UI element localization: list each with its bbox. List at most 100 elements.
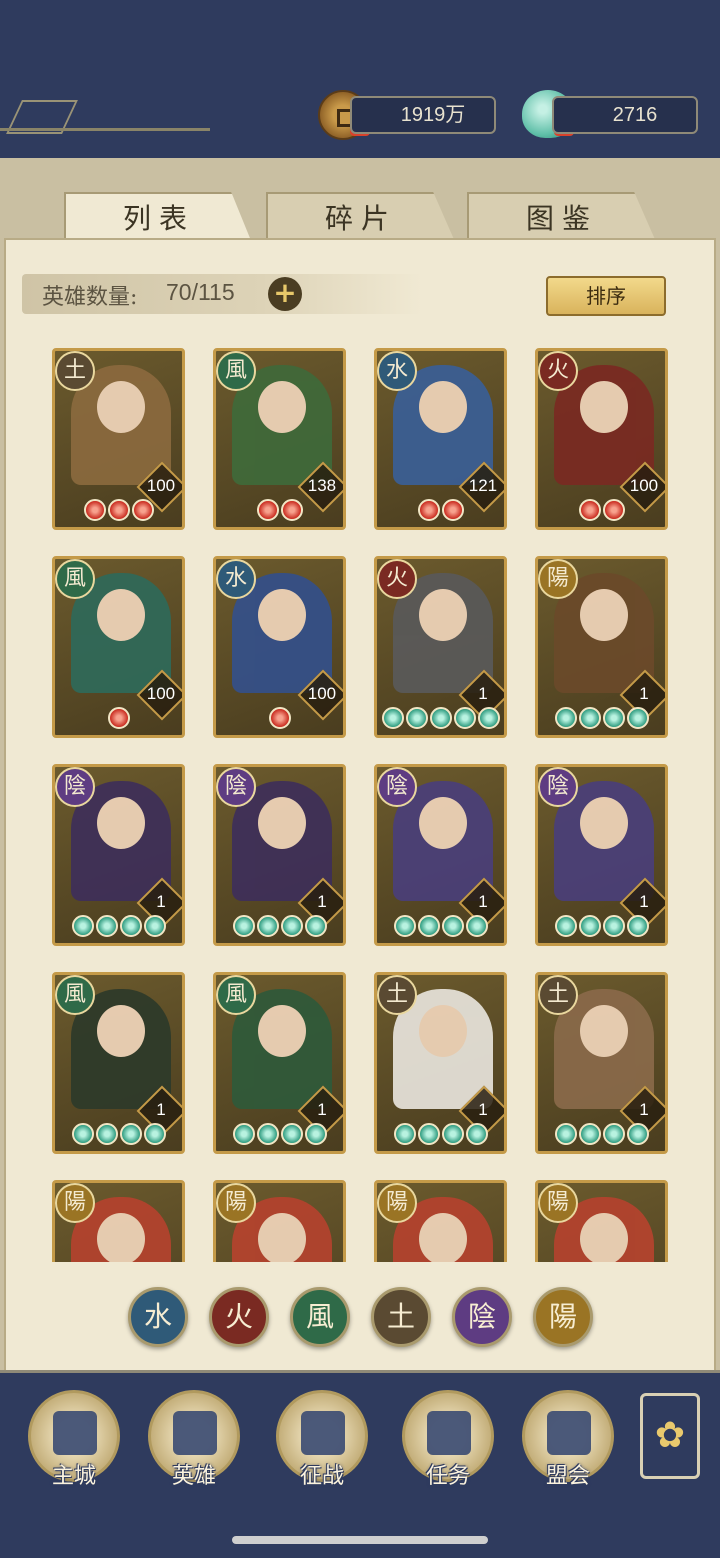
hero-card[interactable]: 風 138	[213, 348, 346, 530]
star-rating	[377, 707, 504, 733]
hero-card[interactable]: 陽1	[535, 556, 668, 738]
star-rating	[216, 499, 343, 525]
star-icon	[441, 915, 464, 937]
hero-count-label: 英雄数量:	[42, 285, 138, 310]
star-icon	[381, 707, 404, 729]
element-filter-button[interactable]: 水	[128, 1287, 188, 1347]
star-rating	[377, 1123, 504, 1149]
element-filter-button[interactable]: 火	[209, 1287, 269, 1347]
hero-level: 1	[639, 891, 649, 911]
element-badge: 火	[538, 351, 578, 391]
star-icon	[83, 499, 106, 521]
hero-card[interactable]: 陰1	[535, 764, 668, 946]
hero-card[interactable]: 風1	[52, 972, 185, 1154]
star-icon	[280, 915, 303, 937]
star-rating	[55, 1123, 182, 1149]
star-icon	[477, 707, 500, 729]
element-badge: 水	[377, 351, 417, 391]
star-icon	[95, 915, 118, 937]
star-rating	[55, 499, 182, 525]
star-icon	[602, 1123, 625, 1145]
star-rating	[377, 915, 504, 941]
element-filter-button[interactable]: 土	[371, 1287, 431, 1347]
star-rating	[377, 499, 504, 525]
hero-level: 100	[629, 475, 659, 495]
element-badge: 土	[538, 975, 578, 1015]
element-badge: 陽	[538, 1183, 578, 1223]
hero-card[interactable]: 土1	[535, 972, 668, 1154]
element-badge: 土	[377, 975, 417, 1015]
star-rating	[538, 915, 665, 941]
hero-card[interactable]: 風 100	[52, 556, 185, 738]
element-badge: 陽	[55, 1183, 95, 1223]
hero-card[interactable]: 陽	[535, 1180, 668, 1262]
hero-card[interactable]: 陽	[52, 1180, 185, 1262]
hero-card[interactable]: 風1	[213, 972, 346, 1154]
star-icon	[256, 1123, 279, 1145]
hero-card[interactable]: 火1	[374, 556, 507, 738]
hero-level: 1	[478, 1099, 488, 1119]
hero-card[interactable]: 陽	[374, 1180, 507, 1262]
star-icon	[602, 915, 625, 937]
hero-card[interactable]: 水 121	[374, 348, 507, 530]
nav-label: 主城	[51, 1464, 96, 1489]
element-badge: 土	[55, 351, 95, 391]
star-rating	[55, 915, 182, 941]
element-badge: 陰	[377, 767, 417, 807]
element-filter-button[interactable]: 陽	[533, 1287, 593, 1347]
star-rating	[55, 707, 182, 733]
flower-menu-icon[interactable]: ✿	[640, 1393, 700, 1479]
star-icon	[602, 499, 625, 521]
gem-counter: 2716	[552, 96, 698, 134]
hero-card[interactable]: 土1	[374, 972, 507, 1154]
hero-card[interactable]: 陽	[213, 1180, 346, 1262]
element-badge: 風	[55, 975, 95, 1015]
star-icon	[280, 499, 303, 521]
hero-level: 1	[317, 1099, 327, 1119]
element-badge: 水	[216, 559, 256, 599]
hero-card[interactable]: 陰1	[52, 764, 185, 946]
hero-level: 1	[478, 683, 488, 703]
star-icon	[441, 499, 464, 521]
star-icon	[578, 915, 601, 937]
hero-card[interactable]: 火 100	[535, 348, 668, 530]
hero-card[interactable]: 陰1	[213, 764, 346, 946]
star-icon	[393, 1123, 416, 1145]
hero-card[interactable]: 水 100	[213, 556, 346, 738]
hero-level: 1	[478, 891, 488, 911]
hero-card[interactable]: 陰1	[374, 764, 507, 946]
element-filter-button[interactable]: 風	[290, 1287, 350, 1347]
star-icon	[465, 1123, 488, 1145]
element-filter-button[interactable]: 陰	[452, 1287, 512, 1347]
star-rating	[538, 707, 665, 733]
city-gate-icon	[53, 1411, 97, 1455]
home-indicator	[232, 1536, 488, 1544]
star-icon	[578, 1123, 601, 1145]
battle-drum-icon	[301, 1411, 345, 1455]
star-icon	[405, 707, 428, 729]
element-badge: 陽	[377, 1183, 417, 1223]
star-icon	[453, 707, 476, 729]
divider	[0, 128, 210, 131]
hero-level: 1	[317, 891, 327, 911]
star-icon	[268, 707, 291, 729]
element-badge: 陽	[538, 559, 578, 599]
tab-fragments[interactable]: 碎片	[266, 192, 456, 244]
star-icon	[304, 915, 327, 937]
tab-album[interactable]: 图鉴	[467, 192, 657, 244]
star-icon	[256, 499, 279, 521]
element-badge: 陰	[538, 767, 578, 807]
star-icon	[554, 1123, 577, 1145]
element-badge: 陰	[55, 767, 95, 807]
star-icon	[119, 915, 142, 937]
star-icon	[95, 1123, 118, 1145]
hero-card[interactable]: 土 100	[52, 348, 185, 530]
star-icon	[417, 915, 440, 937]
star-icon	[578, 499, 601, 521]
star-icon	[232, 1123, 255, 1145]
hero-level: 1	[156, 1099, 166, 1119]
expand-hero-slots-button[interactable]: +	[268, 277, 302, 311]
sort-button[interactable]: 排序	[546, 276, 666, 316]
coin-counter: 1919万	[350, 96, 496, 134]
hero-level: 100	[146, 683, 176, 703]
